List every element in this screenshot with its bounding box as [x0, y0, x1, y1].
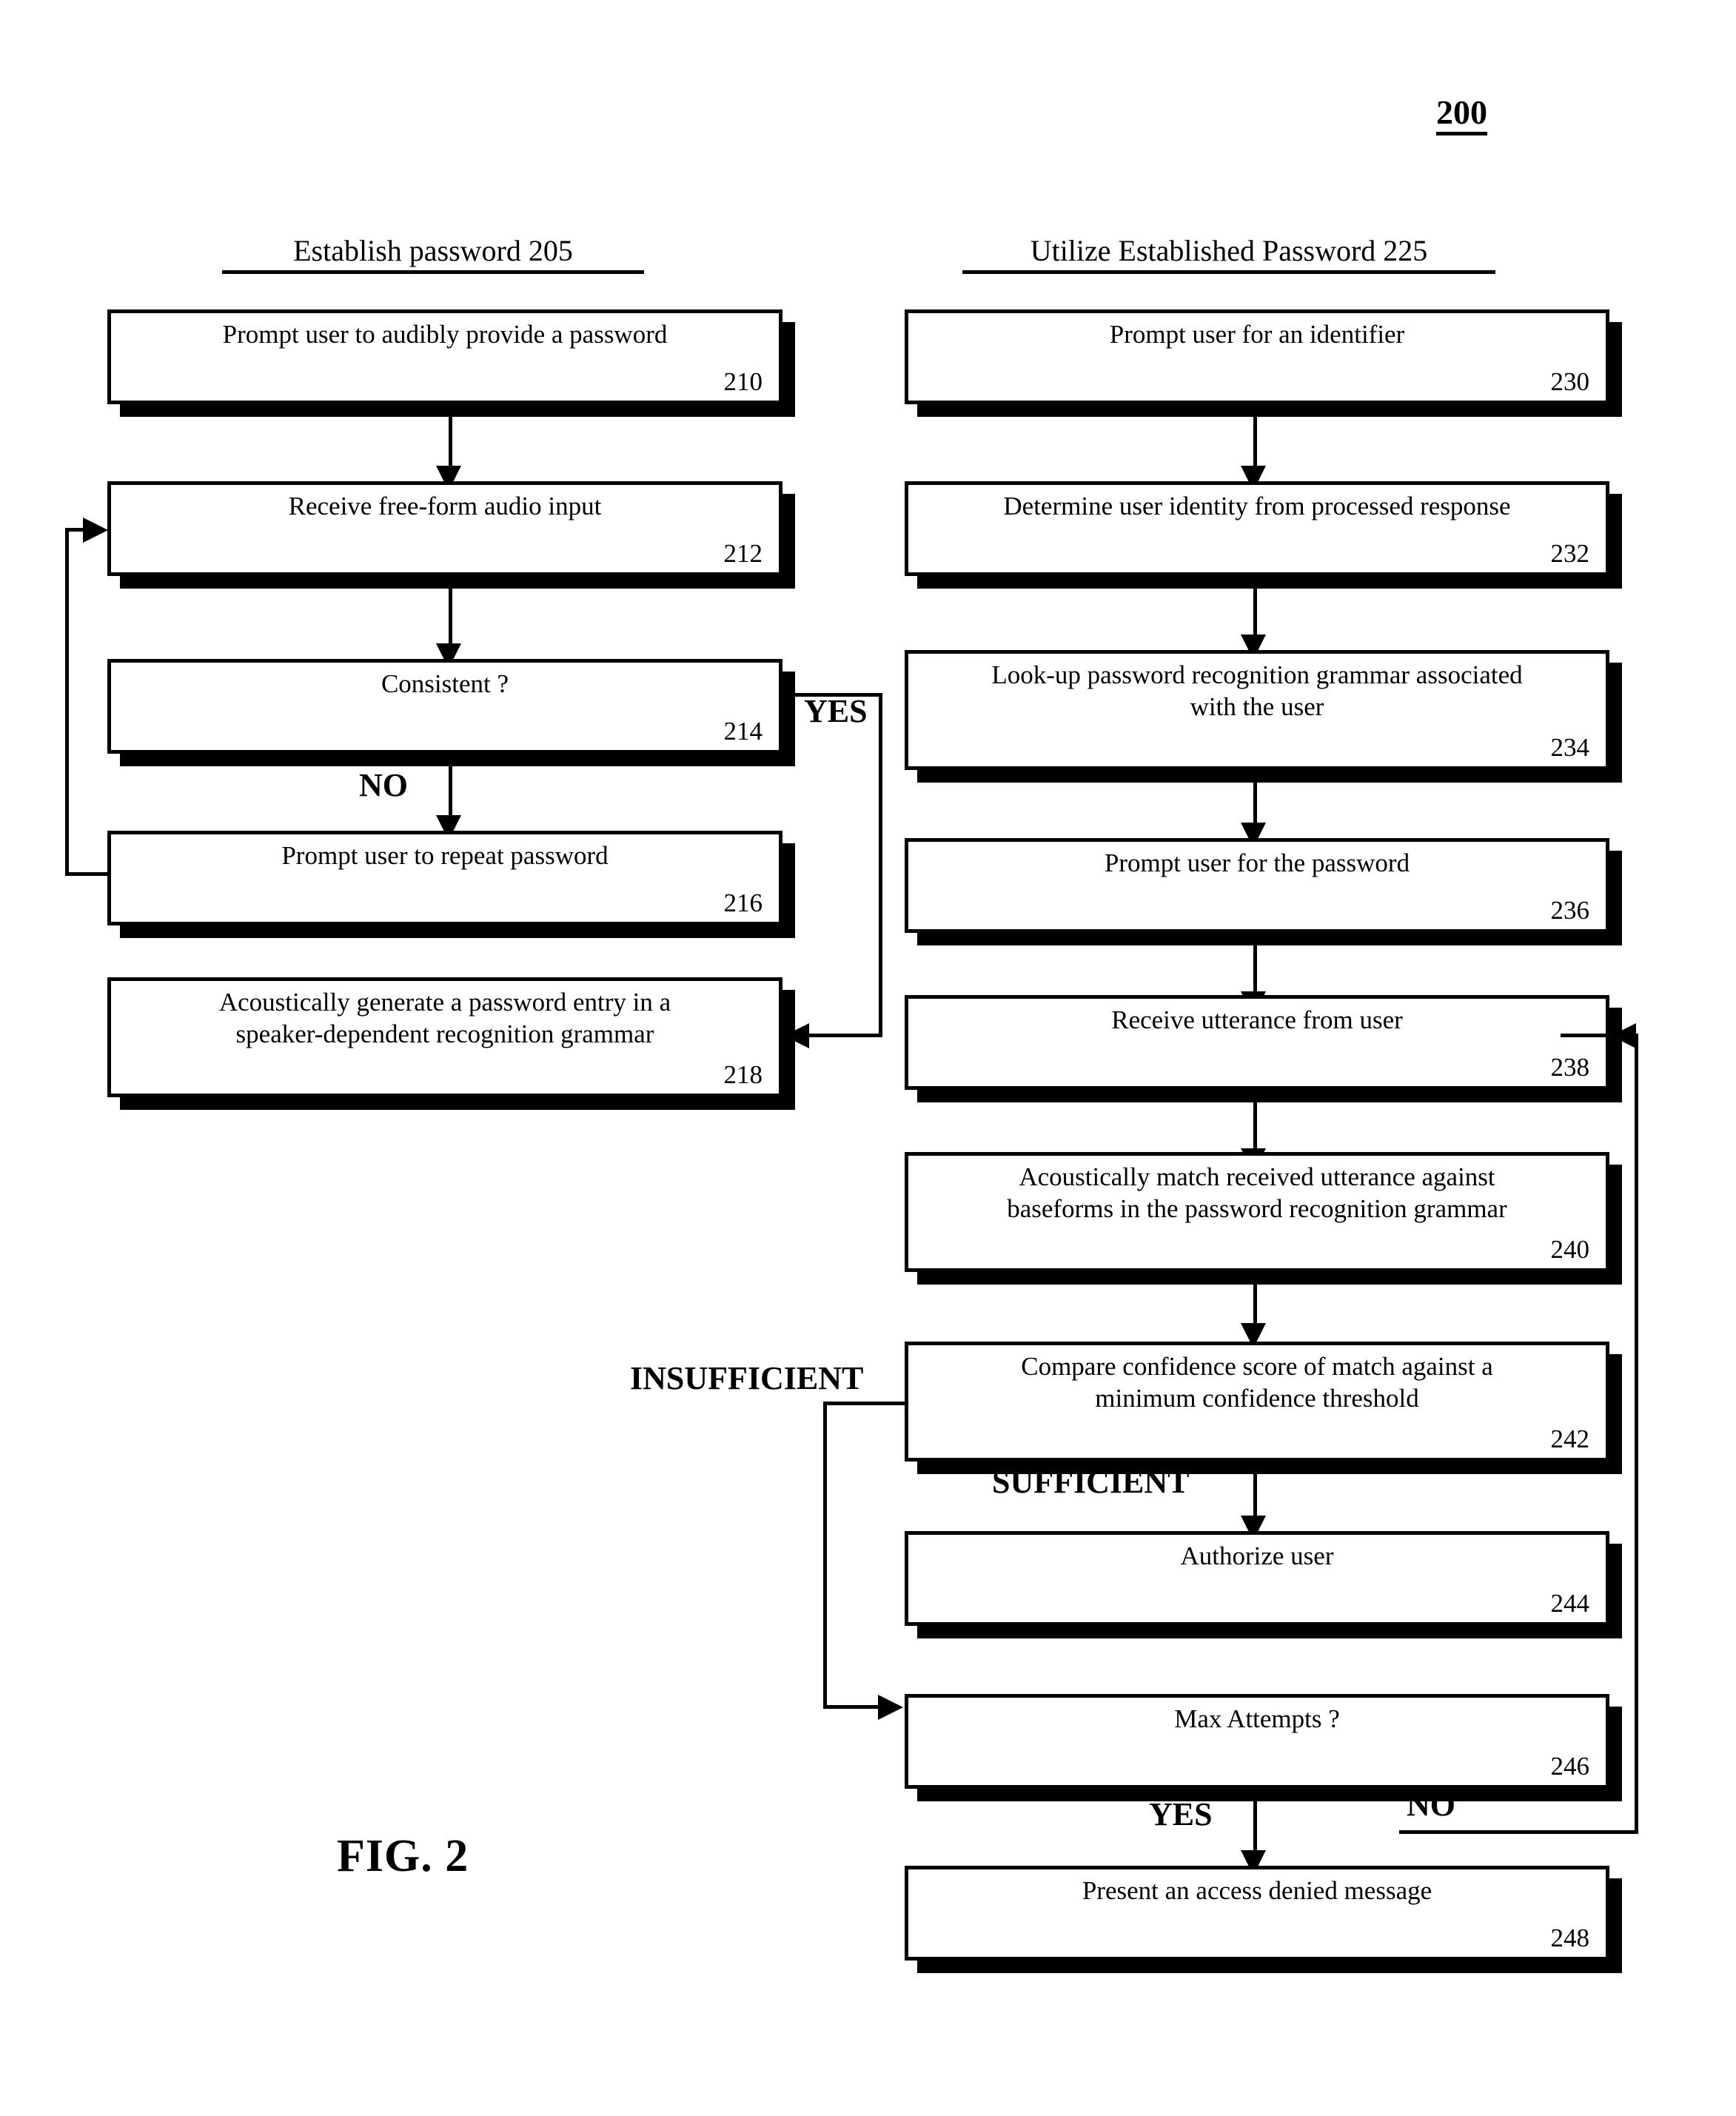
process-box-248-number: 248: [1550, 1923, 1590, 1952]
decision-box-242: Compare confidence score of match agains…: [905, 1342, 1609, 1462]
arrowhead-no-into-238: [1611, 1023, 1636, 1048]
column-heading-establish: Establish password 205: [222, 233, 644, 274]
connector-216-loop-v: [65, 528, 69, 876]
connector-insufficient-v: [823, 1402, 827, 1709]
process-box-218-number: 218: [723, 1059, 763, 1089]
figure-caption: FIG. 2: [337, 1831, 469, 1881]
connector-246-248-yes: [1253, 1801, 1257, 1855]
decision-box-242-line2: minimum confidence threshold: [1095, 1383, 1419, 1413]
process-box-234: Look-up password recognition grammar ass…: [905, 650, 1609, 770]
process-box-218-line2: speaker-dependent recognition grammar: [235, 1019, 654, 1048]
process-box-236-number: 236: [1550, 895, 1590, 925]
connector-no-h-bottom: [1399, 1830, 1638, 1834]
connector-212-214: [449, 589, 452, 648]
process-box-236: Prompt user for the password 236: [905, 838, 1609, 933]
process-box-236-text: Prompt user for the password: [1104, 848, 1410, 877]
process-box-234-line1: Look-up password recognition grammar ass…: [991, 660, 1523, 689]
process-box-212-number: 212: [723, 538, 763, 568]
column-heading-utilize: Utilize Established Password 225: [962, 233, 1495, 274]
process-box-230-number: 230: [1550, 366, 1590, 396]
edge-label-yes-246: YES: [1149, 1796, 1213, 1832]
process-box-234-number: 234: [1550, 732, 1590, 762]
edge-label-yes-214: YES: [804, 693, 868, 729]
connector-216-loop-h-bottom: [65, 872, 111, 876]
process-box-216-text: Prompt user to repeat password: [281, 841, 609, 870]
connector-yes-into-218-h: [809, 1034, 882, 1037]
connector-238-240: [1253, 1102, 1257, 1153]
connector-no-v: [1635, 1034, 1638, 1833]
connector-insufficient-h-bottom: [823, 1705, 881, 1709]
arrowhead-insufficient-into-246: [878, 1695, 903, 1720]
edge-label-no-246: NO: [1407, 1787, 1455, 1823]
arrowhead-loop-into-212: [83, 518, 108, 543]
process-box-230: Prompt user for an identifier 230: [905, 309, 1609, 404]
process-box-244-number: 244: [1550, 1588, 1590, 1618]
process-box-218: Acoustically generate a password entry i…: [107, 977, 782, 1097]
connector-210-212: [449, 417, 452, 470]
connector-236-238: [1253, 945, 1257, 996]
decision-box-214-number: 214: [723, 716, 763, 746]
process-box-232-number: 232: [1550, 538, 1590, 568]
decision-box-214: Consistent ? 214: [107, 659, 782, 754]
connector-242-244-sufficient: [1253, 1474, 1257, 1520]
arrowhead-yes-into-218: [784, 1023, 809, 1048]
connector-214-216-no: [449, 766, 452, 820]
process-box-238: Receive utterance from user 238: [905, 995, 1609, 1090]
process-box-248-text: Present an access denied message: [1082, 1876, 1432, 1905]
process-box-216-number: 216: [723, 888, 763, 917]
connector-234-236: [1253, 783, 1257, 827]
process-box-218-line1: Acoustically generate a password entry i…: [218, 988, 671, 1017]
process-box-210-number: 210: [723, 366, 763, 396]
edge-label-insufficient: INSUFFICIENT: [630, 1360, 864, 1396]
decision-box-242-number: 242: [1550, 1424, 1590, 1453]
process-box-248: Present an access denied message 248: [905, 1866, 1609, 1961]
decision-box-246: Max Attempts ? 246: [905, 1694, 1609, 1789]
process-box-238-number: 238: [1550, 1052, 1590, 1082]
figure-canvas: 200 Establish password 205 Utilize Estab…: [0, 0, 1736, 2116]
connector-214-yes-v: [879, 693, 882, 1035]
process-box-234-line2: with the user: [1190, 692, 1324, 721]
process-box-244-text: Authorize user: [1180, 1541, 1334, 1570]
process-box-240: Acoustically match received utterance ag…: [905, 1152, 1609, 1272]
connector-230-232: [1253, 417, 1257, 470]
process-box-240-number: 240: [1550, 1234, 1590, 1264]
edge-label-sufficient: SUFFICIENT: [992, 1464, 1190, 1500]
process-box-212: Receive free-form audio input 212: [107, 481, 782, 576]
decision-box-246-number: 246: [1550, 1751, 1590, 1781]
connector-insufficient-h-top: [823, 1402, 906, 1405]
process-box-216: Prompt user to repeat password 216: [107, 831, 782, 925]
process-box-240-line2: baseforms in the password recognition gr…: [1007, 1193, 1507, 1223]
process-box-232-text: Determine user identity from processed r…: [1003, 492, 1511, 520]
process-box-244: Authorize user 244: [905, 1531, 1609, 1626]
process-box-212-text: Receive free-form audio input: [288, 492, 602, 520]
process-box-230-text: Prompt user for an identifier: [1109, 320, 1405, 349]
process-box-210: Prompt user to audibly provide a passwor…: [107, 309, 782, 404]
figure-number: 200: [1436, 94, 1487, 136]
connector-240-242: [1253, 1285, 1257, 1327]
process-box-238-text: Receive utterance from user: [1111, 1005, 1403, 1034]
decision-box-214-text: Consistent ?: [381, 669, 509, 698]
process-box-232: Determine user identity from processed r…: [905, 481, 1609, 576]
process-box-240-line1: Acoustically match received utterance ag…: [1019, 1162, 1495, 1191]
decision-box-246-text: Max Attempts ?: [1174, 1704, 1340, 1733]
connector-232-234: [1253, 589, 1257, 639]
edge-label-no-214: NO: [359, 767, 408, 803]
decision-box-242-line1: Compare confidence score of match agains…: [1021, 1352, 1493, 1381]
process-box-210-text: Prompt user to audibly provide a passwor…: [222, 320, 668, 349]
